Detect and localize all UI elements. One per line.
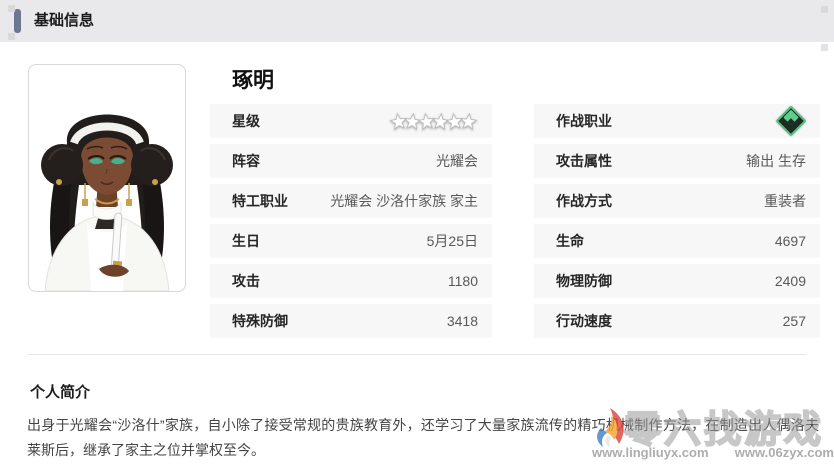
stat-label: 星级 xyxy=(232,113,260,129)
section-title: 基础信息 xyxy=(34,12,95,29)
stat-label: 攻击属性 xyxy=(556,153,612,169)
stat-value: 4697 xyxy=(774,233,806,249)
decor-square xyxy=(8,33,15,40)
section-header: 基础信息 xyxy=(0,0,834,42)
accent-bar xyxy=(14,9,21,33)
stat-row-star-level: 星级 xyxy=(210,104,492,138)
stat-row-combat-style: 作战方式 重装者 xyxy=(534,184,820,218)
stat-row-hp: 生命 4697 xyxy=(534,224,820,258)
stat-value: 输出 生存 xyxy=(746,153,806,169)
stat-label: 物理防御 xyxy=(556,273,612,289)
defender-class-icon xyxy=(775,105,807,137)
stat-row-agent-occupation: 特工职业 光耀会 沙洛什家族 家主 xyxy=(210,184,492,218)
stat-label: 特殊防御 xyxy=(232,313,288,329)
stat-value: 2409 xyxy=(774,273,806,289)
character-name: 琢明 xyxy=(232,69,274,92)
stat-label: 作战职业 xyxy=(556,113,612,129)
page: 基础信息 琢明 星级 阵容 光耀会 特工职业 光耀会 沙洛什家族 家主 生日 5… xyxy=(0,0,834,465)
decor-square xyxy=(8,5,15,12)
stat-row-birthday: 生日 5月25日 xyxy=(210,224,492,258)
section-divider xyxy=(28,354,806,355)
stat-value: 光耀会 xyxy=(436,153,478,169)
character-illustration xyxy=(41,114,173,291)
stats-column-left: 星级 阵容 光耀会 特工职业 光耀会 沙洛什家族 家主 生日 5月25日 攻击 … xyxy=(210,104,492,344)
star-icon xyxy=(459,112,478,130)
stat-row-combat-class: 作战职业 xyxy=(534,104,820,138)
stat-row-physical-defense: 物理防御 2409 xyxy=(534,264,820,298)
profile-text: 出身于光耀会“沙洛什”家族，自小除了接受常规的贵族教育外，还学习了大量家族流传的… xyxy=(27,417,819,458)
profile-title: 个人简介 xyxy=(30,384,91,401)
stat-label: 行动速度 xyxy=(556,313,612,329)
stat-label: 生日 xyxy=(232,233,260,249)
stat-value: 257 xyxy=(782,313,806,329)
stat-label: 作战方式 xyxy=(556,193,612,209)
stat-label: 特工职业 xyxy=(232,193,288,209)
stat-value: 1180 xyxy=(447,273,478,289)
stat-label: 攻击 xyxy=(232,273,260,289)
character-portrait xyxy=(28,64,186,292)
decor-square xyxy=(821,44,828,51)
stat-value: 重装者 xyxy=(764,193,806,209)
decor-square xyxy=(821,6,828,13)
stat-row-attack: 攻击 1180 xyxy=(210,264,492,298)
star-rating xyxy=(389,112,478,131)
stat-row-action-speed: 行动速度 257 xyxy=(534,304,820,338)
stat-label: 阵容 xyxy=(232,153,260,169)
stat-row-special-defense: 特殊防御 3418 xyxy=(210,304,492,338)
stat-value: 3418 xyxy=(446,313,478,329)
stat-value: 5月25日 xyxy=(426,233,478,249)
stat-value: 光耀会 沙洛什家族 家主 xyxy=(330,193,478,209)
stat-row-faction: 阵容 光耀会 xyxy=(210,144,492,178)
stats-column-right: 作战职业 攻击属性 输出 生存 作战方式 重装者 生命 4697 物理防御 24… xyxy=(534,104,820,344)
stat-label: 生命 xyxy=(556,233,584,249)
stat-row-attack-attribute: 攻击属性 输出 生存 xyxy=(534,144,820,178)
